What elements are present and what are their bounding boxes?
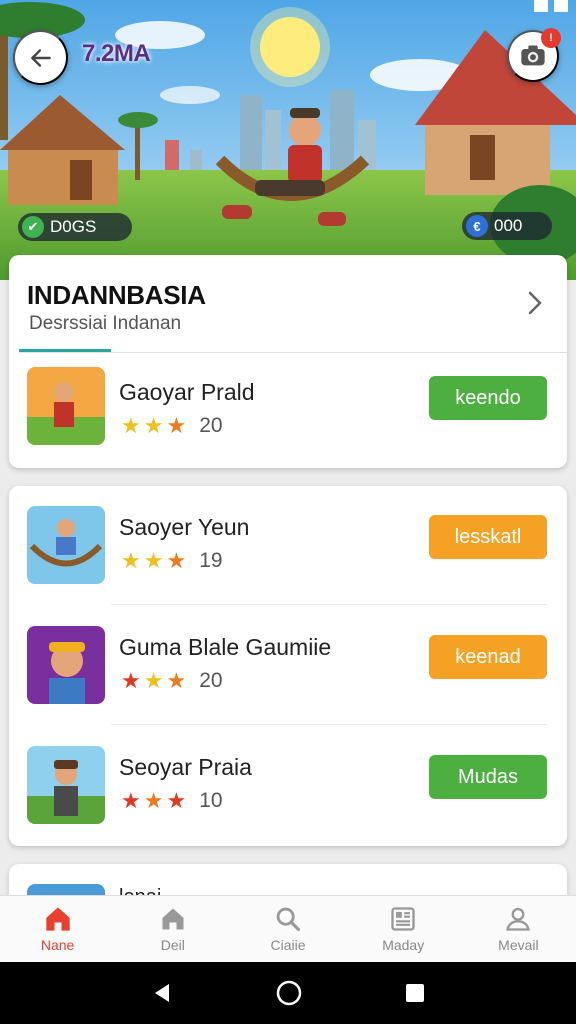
nav-item-deil[interactable]: Deil [115, 896, 230, 962]
nav-label: Mevail [498, 937, 539, 953]
nav-item-profile[interactable]: Mevail [461, 896, 576, 962]
game-thumbnail [27, 626, 105, 704]
divider [111, 604, 547, 605]
star-icon: ★ [143, 413, 164, 438]
home-circle-icon[interactable] [275, 979, 303, 1007]
star-icon: ★ [121, 788, 141, 813]
list-item[interactable]: Saoyer Yeun ★ ★ ★ 19 lesskatl [9, 496, 567, 596]
news-icon [391, 907, 415, 931]
game-thumbnail [27, 367, 105, 445]
nav-label: Nane [40, 937, 75, 953]
camera-icon [521, 45, 545, 66]
featured-section-card: INDANNBASIA Desrssiai Indanan Gaoyar Pra… [9, 255, 567, 468]
nav-label: Maday [382, 937, 425, 953]
game-action-button[interactable]: Mudas [429, 755, 547, 799]
nav-label: Deil [160, 937, 185, 953]
list-item[interactable]: Guma Blale Gaumiie ★ ★ ★ 20 keenad [9, 616, 567, 716]
coin-icon: € [466, 215, 488, 237]
star-icon: ★ [166, 413, 187, 438]
game-thumbnail [27, 746, 105, 824]
rating-value: 20 [199, 414, 223, 437]
search-icon [276, 907, 301, 932]
back-triangle-icon[interactable] [150, 981, 174, 1005]
nav-item-search[interactable]: Ciaiie [230, 896, 345, 962]
system-navigation-bar [0, 962, 576, 1024]
rating-value: 10 [199, 789, 223, 812]
game-action-button[interactable]: keendo [429, 376, 547, 420]
list-item[interactable]: Gaoyar Prald ★ ★ ★ 20 keendo [9, 355, 567, 455]
star-rating: ★ ★ ★ 19 [121, 548, 223, 574]
game-title: Gaoyar Prald [119, 379, 255, 405]
game-title: Seoyar Praia [119, 754, 252, 780]
nav-item-maday[interactable]: Maday [346, 896, 461, 962]
status-bar [534, 0, 568, 12]
tickets-pill[interactable]: ✔ D0GS [18, 213, 132, 241]
star-rating: ★ ★ ★ 10 [121, 788, 223, 814]
tickets-value: D0GS [50, 217, 97, 236]
profile-icon [506, 907, 531, 931]
star-icon: ★ [166, 788, 187, 813]
section-title: INDANNBASIA [27, 280, 206, 310]
star-icon: ★ [143, 548, 164, 573]
nav-item-home[interactable]: Nane [0, 896, 115, 962]
chevron-right-icon[interactable] [525, 289, 545, 317]
games-list-card: Saoyer Yeun ★ ★ ★ 19 lesskatl Guma Blale… [9, 486, 567, 846]
star-rating: ★ ★ ★ 20 [121, 413, 223, 439]
ticket-icon: ✔ [22, 216, 44, 238]
recents-square-icon[interactable] [404, 982, 426, 1004]
game-action-button[interactable]: lesskatl [429, 515, 547, 559]
coins-value: 000 [494, 216, 523, 235]
divider [19, 352, 567, 353]
list-item[interactable]: Seoyar Praia ★ ★ ★ 10 Mudas [9, 736, 567, 836]
star-icon: ★ [121, 668, 141, 693]
game-thumbnail [27, 506, 105, 584]
star-icon: ★ [121, 413, 141, 438]
back-button[interactable] [13, 30, 68, 85]
star-icon: ★ [166, 668, 187, 693]
arrow-left-icon [30, 48, 51, 67]
star-icon: ★ [143, 668, 164, 693]
coins-pill[interactable]: € 000 [462, 212, 552, 240]
nav-label: Ciaiie [270, 937, 306, 953]
bottom-navigation: Nane Deil Ciaiie Maday Mevail [0, 895, 576, 962]
game-title: Saoyer Yeun [119, 514, 250, 540]
house-icon [162, 908, 184, 930]
rating-value: 19 [199, 549, 223, 572]
star-icon: ★ [166, 548, 187, 573]
game-action-button[interactable]: keenad [429, 635, 547, 679]
section-subtitle: Desrssiai Indanan [29, 313, 182, 334]
rating-value: 20 [199, 669, 223, 692]
star-rating: ★ ★ ★ 20 [121, 668, 223, 694]
camera-button[interactable]: ! [507, 28, 561, 82]
home-icon [45, 907, 70, 931]
notification-badge: ! [541, 28, 561, 48]
star-icon: ★ [143, 788, 164, 813]
version-label: 7.2MA [82, 40, 151, 67]
divider [111, 724, 547, 725]
star-icon: ★ [121, 548, 141, 573]
game-title: Guma Blale Gaumiie [119, 634, 332, 660]
